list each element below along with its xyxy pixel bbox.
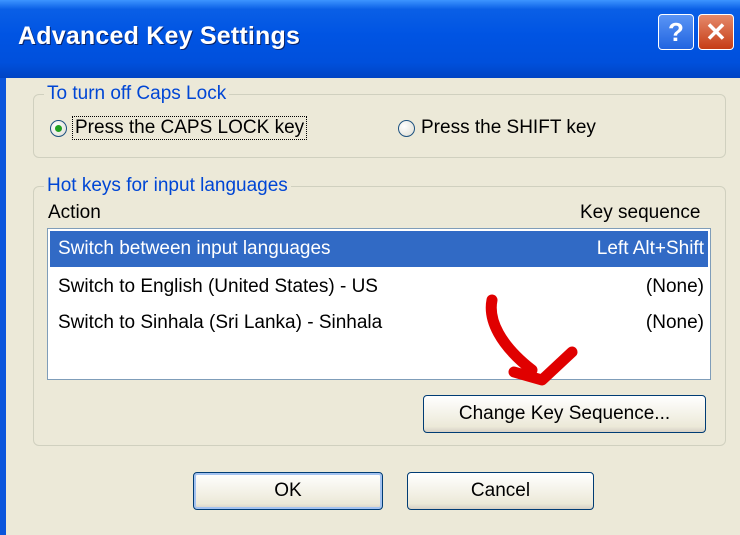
list-item-action: Switch to Sinhala (Sri Lanka) - Sinhala <box>58 312 383 333</box>
column-header-action: Action <box>48 202 101 223</box>
window-title: Advanced Key Settings <box>18 22 301 50</box>
cancel-button[interactable]: Cancel <box>407 472 594 510</box>
list-item-action: Switch to English (United States) - US <box>58 276 378 297</box>
list-item[interactable]: Switch to Sinhala (Sri Lanka) - Sinhala … <box>50 305 708 341</box>
close-icon[interactable]: ✕ <box>698 14 734 50</box>
list-item-keys: Left Alt+Shift <box>596 238 704 259</box>
column-header-key-sequence: Key sequence <box>580 202 701 223</box>
title-bar[interactable]: Advanced Key Settings ? ✕ <box>0 0 740 78</box>
ok-button[interactable]: OK <box>193 472 383 510</box>
radio-selected-icon <box>50 119 67 137</box>
radio-shift-label: Press the SHIFT key <box>421 117 596 138</box>
caps-lock-legend: To turn off Caps Lock <box>44 83 230 105</box>
list-item[interactable]: Switch between input languages Left Alt+… <box>50 231 708 267</box>
radio-caps-lock-label: Press the CAPS LOCK key <box>71 116 308 140</box>
list-item[interactable]: Switch to English (United States) - US (… <box>50 269 708 305</box>
hotkeys-list[interactable]: Switch between input languages Left Alt+… <box>47 228 711 380</box>
radio-shift[interactable]: Press the SHIFT key <box>398 117 596 139</box>
list-item-keys: (None) <box>645 276 704 297</box>
hotkeys-legend: Hot keys for input languages <box>44 175 291 197</box>
radio-caps-lock[interactable]: Press the CAPS LOCK key <box>50 116 308 140</box>
window-frame <box>0 78 6 535</box>
list-item-keys: (None) <box>645 312 704 333</box>
change-key-sequence-button[interactable]: Change Key Sequence... <box>423 395 706 433</box>
radio-unselected-icon <box>398 119 415 137</box>
list-item-action: Switch between input languages <box>58 238 331 259</box>
red-arrow-annotation <box>485 294 578 386</box>
help-icon[interactable]: ? <box>658 14 694 50</box>
